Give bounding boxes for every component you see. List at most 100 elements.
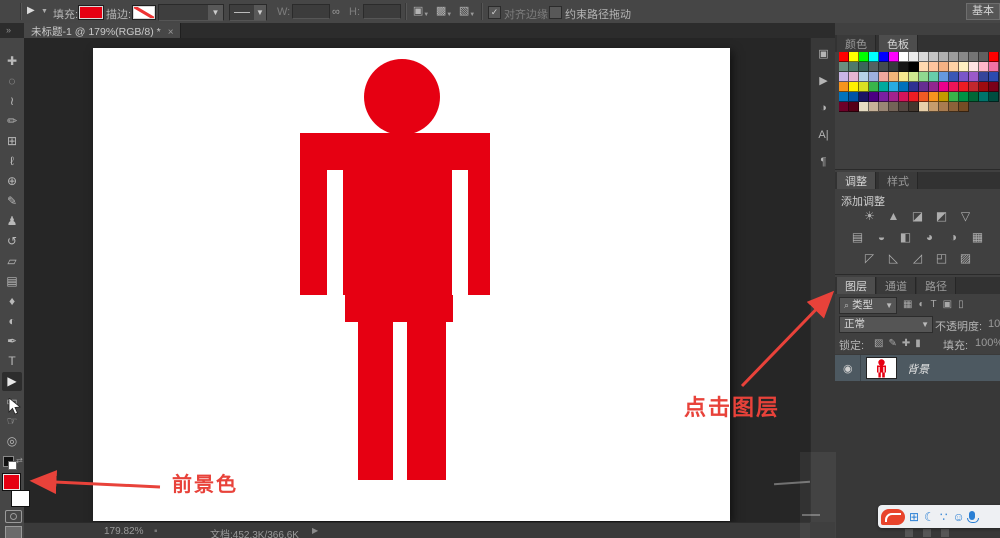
color-swatch[interactable] [899,72,909,82]
status-flyout-arrow-icon[interactable]: ▶ [312,526,318,535]
lock-transparency-icon[interactable]: ▨ [874,338,883,349]
color-swatch[interactable] [969,92,979,102]
color-lookup-icon[interactable]: ▦ [970,230,986,245]
color-swatch[interactable] [839,52,849,62]
color-swatch[interactable] [849,52,859,62]
workspace-button[interactable]: 基本 [966,3,1000,20]
color-swatch[interactable] [909,72,919,82]
color-swatch[interactable] [959,62,969,72]
color-swatch[interactable] [949,72,959,82]
collapsed-panel-properties-icon[interactable]: ◑ [813,98,834,118]
color-swatch[interactable] [879,72,889,82]
color-swatch[interactable] [889,72,899,82]
ime-toolbar[interactable]: ⊞☾∵☺ [878,505,1000,528]
tab-paths[interactable]: 路径 [917,277,956,294]
color-swatch[interactable] [839,62,849,72]
color-swatch[interactable] [909,62,919,72]
layer-visibility-eye-icon[interactable]: ◉ [843,362,853,375]
path-arrangement-icon[interactable]: ▧▼ [457,3,477,20]
stroke-color-swatch[interactable] [132,5,156,20]
blend-mode-select[interactable]: 正常 ▼ [839,316,933,333]
color-swatch[interactable] [979,62,989,72]
channel-mixer-icon[interactable]: ◑ [946,230,962,245]
color-swatch[interactable] [909,92,919,102]
color-swatch[interactable] [929,62,939,72]
vibrance-icon[interactable]: ▽ [958,209,974,224]
hue-saturation-icon[interactable]: ▤ [850,230,866,245]
tool-brush-icon[interactable]: ✎ [2,192,22,211]
ime-emoji-icon[interactable]: ☺ [952,507,964,527]
color-swatch[interactable] [889,82,899,92]
curves-icon[interactable]: ◪ [910,209,926,224]
color-swatch[interactable] [899,52,909,62]
color-swatch[interactable] [839,92,849,102]
lock-paint-icon[interactable]: ✎ [888,338,896,349]
color-swatch[interactable] [899,62,909,72]
posterize-icon[interactable]: ◺ [886,251,902,266]
color-balance-icon[interactable]: ◒ [874,230,890,245]
color-swatch[interactable] [909,102,919,112]
background-color-swatch[interactable] [11,490,30,507]
foreground-color-swatch[interactable] [2,473,21,491]
color-swatch[interactable] [949,82,959,92]
color-swatch[interactable] [979,72,989,82]
tool-path-selection-icon[interactable]: ▶ [2,372,22,391]
filter-shape-layers-icon[interactable]: ▣ [943,299,952,310]
ime-language-icon[interactable]: ⊞ [909,507,919,527]
stroke-type-caret-icon[interactable]: ▼ [254,5,266,20]
swap-colors-icon[interactable]: ⇄ [16,456,23,465]
color-swatch[interactable] [839,72,849,82]
brightness-contrast-icon[interactable]: ☀ [862,209,878,224]
photo-filter-icon[interactable]: ◕ [922,230,938,245]
filter-type-layers-icon[interactable]: T [931,299,937,310]
tool-move-icon[interactable]: ✚ [2,52,22,71]
color-swatch[interactable] [989,72,999,82]
color-swatch[interactable] [949,62,959,72]
color-swatch[interactable] [859,92,869,102]
color-swatch[interactable] [989,92,999,102]
tool-preset-caret-icon[interactable]: ▼ [41,8,48,15]
color-swatch[interactable] [869,92,879,102]
color-swatch[interactable] [939,102,949,112]
black-white-icon[interactable]: ◧ [898,230,914,245]
exposure-icon[interactable]: ◩ [934,209,950,224]
tab-adjustments[interactable]: 调整 [837,172,876,189]
lock-all-icon[interactable]: ▮ [915,338,921,349]
zoom-level-field[interactable]: 179.82% [104,526,143,537]
color-swatch[interactable] [919,82,929,92]
color-swatch[interactable] [889,52,899,62]
color-swatch[interactable] [989,52,999,62]
fill-color-swatch[interactable] [78,5,104,20]
color-swatch[interactable] [929,52,939,62]
color-swatch[interactable] [919,102,929,112]
color-swatch[interactable] [929,82,939,92]
collapsed-panel-paragraph-icon[interactable]: ¶ [813,152,834,172]
quick-mask-button[interactable] [5,510,22,523]
color-swatch[interactable] [919,52,929,62]
color-swatch[interactable] [939,92,949,102]
document-tab[interactable]: 未标题-1 @ 179%(RGB/8) *× [24,23,181,39]
align-edges-checkbox[interactable]: ✓ [488,6,501,19]
color-swatch[interactable] [889,102,899,112]
tab-styles[interactable]: 样式 [879,172,918,189]
color-swatch[interactable] [899,92,909,102]
color-swatch[interactable] [889,92,899,102]
color-swatch[interactable] [859,102,869,112]
color-swatch[interactable] [979,92,989,102]
color-swatch[interactable] [979,52,989,62]
color-swatch[interactable] [969,62,979,72]
opacity-value[interactable]: 100% [988,318,1000,330]
tool-spot-healing-icon[interactable]: ⊕ [2,172,22,191]
color-swatch[interactable] [969,72,979,82]
tab-color[interactable]: 颜色 [837,35,876,52]
tool-eyedropper-icon[interactable]: ℓ [2,152,22,171]
tool-marquee-icon[interactable]: ◌ [2,72,22,91]
tool-type-icon[interactable]: T [2,352,22,371]
color-swatch[interactable] [939,52,949,62]
color-swatch[interactable] [849,62,859,72]
default-colors-widget[interactable]: ⇄ [2,456,24,470]
default-colors-icon[interactable] [3,456,14,467]
color-swatch[interactable] [869,82,879,92]
tool-quick-selection-icon[interactable]: ✏ [2,112,22,131]
color-swatch[interactable] [879,102,889,112]
